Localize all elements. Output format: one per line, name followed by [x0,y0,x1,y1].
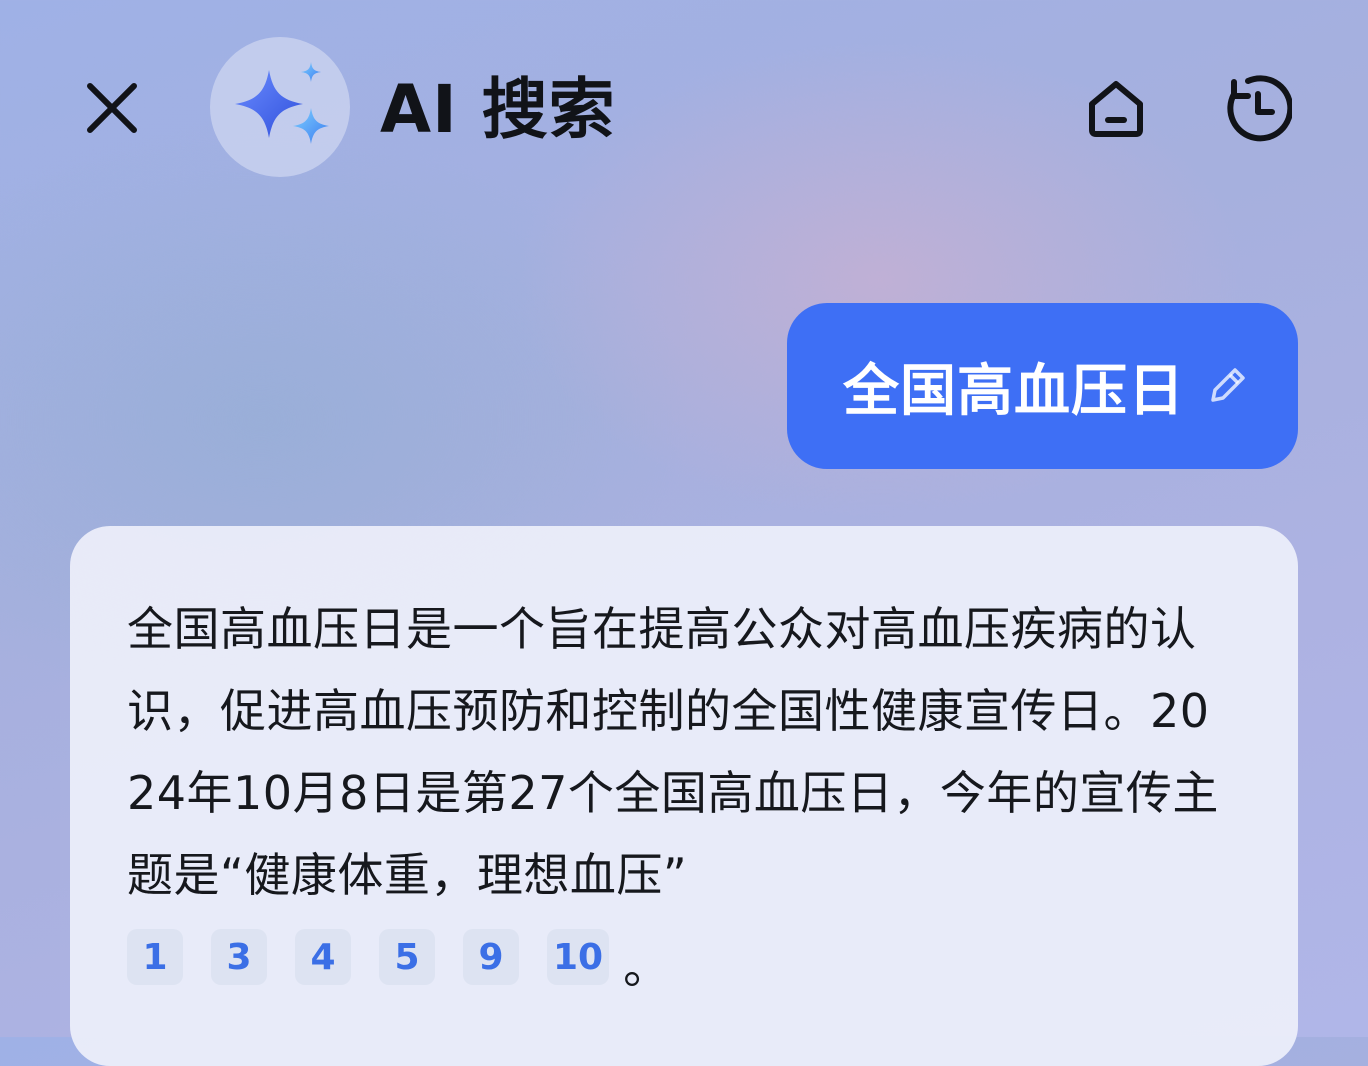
app-title: AI 搜索 [380,71,616,148]
answer-card: 全国高血压日是一个旨在提高公众对高血压疾病的认识，促进高血压预防和控制的全国性健… [70,526,1298,1066]
citation-list: 1 3 4 5 9 10 。 [127,916,1242,998]
citation-chip[interactable]: 9 [463,929,519,985]
answer-end-punctuation: 。 [623,940,670,994]
sparkle-icon [235,62,329,144]
edit-query-button[interactable] [1203,362,1251,410]
pencil-icon [1211,368,1245,402]
query-text: 全国高血压日 [843,358,1185,424]
history-button[interactable] [1218,70,1294,146]
answer-text: 全国高血压日是一个旨在提高公众对高血压疾病的认识，促进高血压预防和控制的全国性健… [127,602,1219,902]
history-icon [1227,75,1292,142]
close-button[interactable] [76,72,148,144]
home-button[interactable] [1080,72,1152,144]
citation-chip[interactable]: 10 [547,929,610,985]
close-icon [87,83,137,133]
user-query-bubble[interactable]: 全国高血压日 [787,303,1298,469]
citation-chip[interactable]: 5 [379,929,435,985]
home-icon [1089,81,1143,137]
top-bar: AI 搜索 [0,0,1368,210]
app-logo [210,37,350,177]
citation-chip[interactable]: 1 [127,929,183,985]
citation-chip[interactable]: 4 [295,929,351,985]
citation-chip[interactable]: 3 [211,929,267,985]
